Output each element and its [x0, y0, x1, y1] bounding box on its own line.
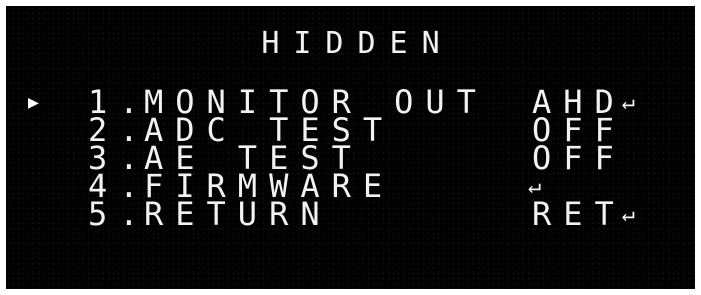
osd-screen: HIDDEN ▶ 1. MONITOR OUT AHD↵ 2. ADC TEST… [6, 6, 695, 289]
menu-item-return[interactable]: 5. RETURN RET↵ [6, 195, 695, 233]
menu-title: HIDDEN [261, 26, 454, 61]
menu-item-label: RETURN [144, 195, 332, 233]
enter-icon: ↵ [621, 202, 636, 227]
pointer-triangle-icon: ▶ [28, 92, 39, 113]
menu-item-number: 5. [88, 195, 151, 233]
osd-menu: ▶ 1. MONITOR OUT AHD↵ 2. ADC TEST OFF 3.… [6, 86, 695, 233]
menu-item-value: RET↵ [532, 195, 636, 233]
menu-item-value: OFF [532, 139, 626, 177]
